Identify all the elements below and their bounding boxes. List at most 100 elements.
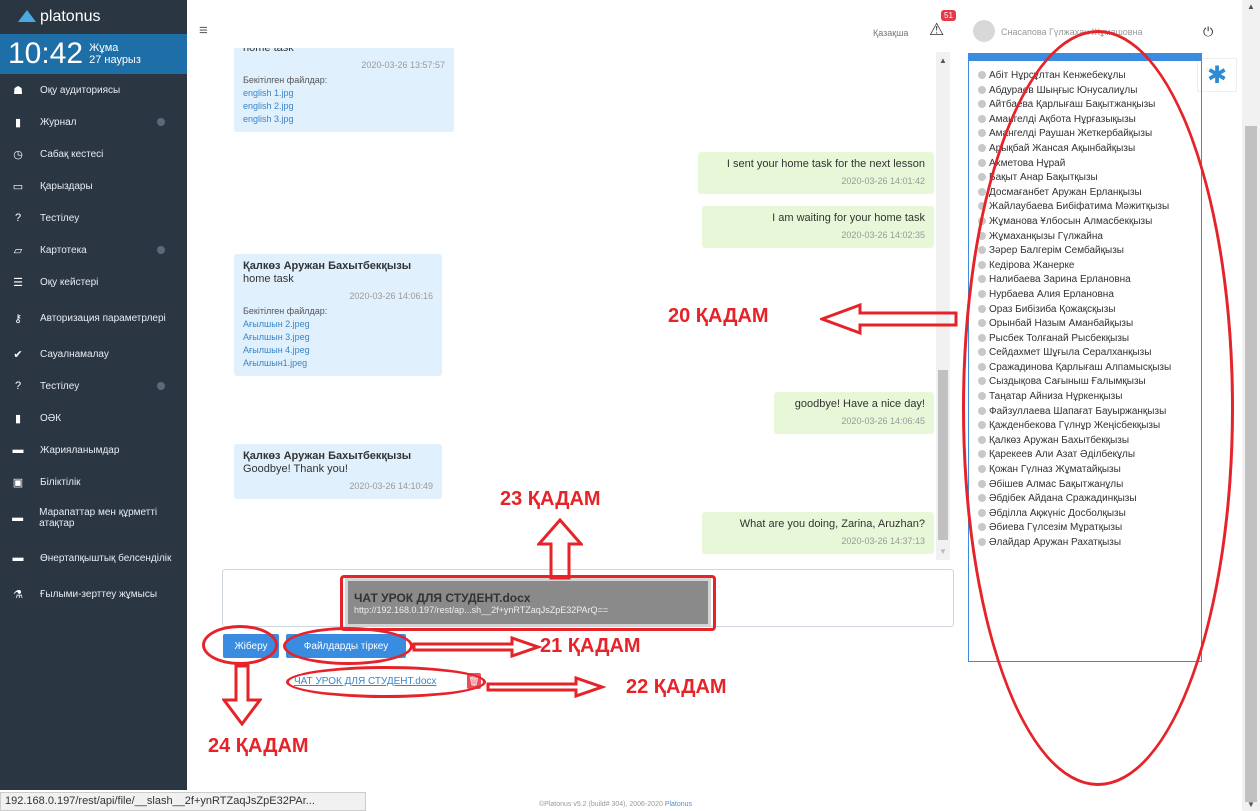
message-time: 2020-03-26 14:06:45 — [841, 416, 925, 426]
sidebar-item-label: Ғылыми-зерттеу жұмысы — [40, 588, 158, 600]
logout-icon[interactable]: ⏻ — [1203, 24, 1213, 40]
outgoing-message: goodbye! Have a nice day! 2020-03-26 14:0… — [774, 392, 934, 434]
folder-open-icon: ▱ — [13, 244, 23, 257]
sidebar-item[interactable]: ◷ Сабақ кестесі — [0, 138, 187, 170]
settings-gear-icon[interactable]: ✱ — [1197, 58, 1237, 92]
sidebar-item[interactable]: ▮ Журнал — [0, 106, 187, 138]
sidebar-item[interactable]: ▬ Марапаттар мен құрметті атақтар — [0, 498, 187, 538]
sidebar-item-label: Сабақ кестесі — [40, 148, 104, 160]
scroll-up-icon[interactable]: ▲ — [939, 56, 947, 65]
warning-icon[interactable]: ⚠ — [929, 20, 944, 40]
message-time: 2020-03-26 14:01:42 — [841, 176, 925, 186]
sidebar-item[interactable]: ? Тестілеу — [0, 370, 187, 402]
message-time: 2020-03-26 13:57:57 — [361, 60, 445, 70]
avatar[interactable] — [973, 20, 995, 42]
status-dot-icon — [978, 173, 986, 182]
message-time: 2020-03-26 14:10:49 — [349, 481, 433, 491]
attached-file-link[interactable]: english 1.jpg — [243, 87, 445, 100]
status-dot-icon — [978, 129, 986, 138]
message-author: Қалкөз Аружан Бахытбекқызы — [243, 450, 412, 462]
annotation-oval-students — [962, 30, 1234, 786]
book-icon: ▮ — [14, 412, 22, 425]
sidebar-item-label: Тестілеу — [40, 380, 80, 392]
annotation-step-21: 21 ҚАДАМ — [540, 635, 641, 657]
message-author: Қалкөз Аружан Бахытбекқызы — [243, 260, 412, 272]
message-text: home task — [243, 273, 294, 285]
window-scrollbar[interactable]: ▲ ▼ — [1242, 0, 1260, 811]
logo[interactable]: platonus — [0, 0, 187, 34]
outgoing-message: I am waiting for your home task 2020-03-2… — [702, 206, 934, 248]
copyright-text: ©Platonus v5.2 (build# 304), 2006-2020 — [539, 801, 663, 808]
message-text: Goodbye! Thank you! — [243, 463, 348, 475]
sidebar-item[interactable]: ☰ Оқу кейстері — [0, 266, 187, 298]
message-time: 2020-03-26 14:06:16 — [349, 291, 433, 301]
question-icon: ? — [14, 380, 22, 392]
message-text: home task — [243, 48, 294, 54]
message-text: goodbye! Have a nice day! — [794, 398, 925, 410]
attached-file-link[interactable]: Ағылшын 3.jpeg — [243, 331, 433, 344]
menu-toggle-icon[interactable]: ≡ — [199, 22, 208, 39]
clock-icon: ◷ — [13, 148, 23, 161]
status-dot-icon — [978, 100, 986, 109]
chat-scroll-thumb[interactable] — [938, 370, 948, 540]
expand-arrow-icon[interactable] — [157, 118, 165, 126]
incoming-message: Қалкөз Аружан Бахытбекқызы Goodbye! Thank… — [234, 444, 442, 499]
clock-day: Жұма — [89, 42, 119, 54]
sidebar-item-label: Өнертапқыштық белсенділік — [40, 552, 172, 564]
users-icon: ☗ — [13, 84, 23, 97]
question-icon: ? — [14, 212, 22, 224]
sidebar-item[interactable]: ⚗ Ғылыми-зерттеу жұмысы — [0, 578, 187, 610]
expand-arrow-icon[interactable] — [157, 246, 165, 254]
sidebar-item[interactable]: ▮ ОӘК — [0, 402, 187, 434]
annotation-oval-send — [202, 625, 278, 665]
sidebar-item-label: Сауалнамалау — [40, 348, 109, 360]
annotation-step-20: 20 ҚАДАМ — [668, 305, 769, 327]
language-selector[interactable]: Қазақша — [873, 28, 908, 38]
folder-icon: ▬ — [12, 552, 24, 564]
platonus-link[interactable]: Platonus — [665, 801, 692, 808]
attached-file-link[interactable]: english 2.jpg — [243, 100, 445, 113]
annotation-arrow-22 — [486, 676, 606, 698]
annotation-arrow-24 — [222, 664, 262, 726]
sidebar-item[interactable]: ▭ Қарыздары — [0, 170, 187, 202]
check-circle-icon: ✔ — [13, 348, 23, 361]
attached-file-link[interactable]: english 3.jpg — [243, 113, 445, 126]
message-text: I sent your home task for the next lesso… — [726, 158, 925, 170]
sidebar-item[interactable]: ▱ Картотека — [0, 234, 187, 266]
sidebar-item[interactable]: ? Тестілеу — [0, 202, 187, 234]
incoming-message: Қалкөз Аружан Бахытбекқызы home task 2020-… — [234, 254, 442, 376]
sidebar-item[interactable]: ⚷ Авторизация параметрлері — [0, 298, 187, 338]
expand-arrow-icon[interactable] — [157, 382, 165, 390]
attached-file-link[interactable]: Ағылшын 2.jpeg — [243, 318, 433, 331]
scroll-down-icon[interactable]: ▼ — [939, 547, 947, 556]
attached-file-link[interactable]: Ағылшын1.jpeg — [243, 357, 433, 370]
sidebar-item[interactable]: ▬ Өнертапқыштық белсенділік — [0, 538, 187, 578]
sidebar-item-label: Біліктілік — [40, 476, 81, 488]
window-scroll-down-icon[interactable]: ▼ — [1247, 800, 1255, 809]
sidebar-item-label: Оқу кейстері — [40, 276, 99, 288]
sidebar-item-label: Қарыздары — [40, 180, 93, 192]
sidebar: platonus 10:42 Жұма 27 наурыз ☗ Оқу аудит… — [0, 0, 187, 790]
incoming-message: home task 2020-03-26 13:57:57 Бекітілген ф… — [234, 48, 454, 132]
certificate-icon: ▣ — [12, 476, 24, 489]
list-icon: ☰ — [13, 276, 23, 289]
annotation-oval-attached — [286, 666, 486, 698]
attached-file-link[interactable]: Ағылшын 4.jpeg — [243, 344, 433, 357]
sidebar-item[interactable]: ✔ Сауалнамалау — [0, 338, 187, 370]
outgoing-message: What are you doing, Zarina, Aruzhan? 2020… — [702, 512, 934, 554]
sidebar-item[interactable]: ▬ Жарияланымдар — [0, 434, 187, 466]
sidebar-item-label: Марапаттар мен құрметті атақтар — [39, 507, 158, 529]
window-scroll-up-icon[interactable]: ▲ — [1247, 2, 1255, 11]
attached-files-label: Бекітілген файлдар: — [243, 75, 328, 85]
sidebar-item[interactable]: ☗ Оқу аудиториясы — [0, 74, 187, 106]
sidebar-item[interactable]: ▣ Біліктілік — [0, 466, 187, 498]
annotation-oval-attach — [283, 627, 413, 665]
annotation-step-22: 22 ҚАДАМ — [626, 676, 727, 698]
sidebar-item-label: ОӘК — [40, 412, 62, 424]
window-scroll-thumb[interactable] — [1245, 126, 1257, 802]
outgoing-message: I sent your home task for the next lesso… — [698, 152, 934, 194]
notification-badge: 51 — [941, 10, 956, 21]
sidebar-item-label: Картотека — [40, 244, 87, 256]
clock-time: 10:42 — [8, 37, 84, 70]
card-icon: ▭ — [12, 180, 24, 193]
